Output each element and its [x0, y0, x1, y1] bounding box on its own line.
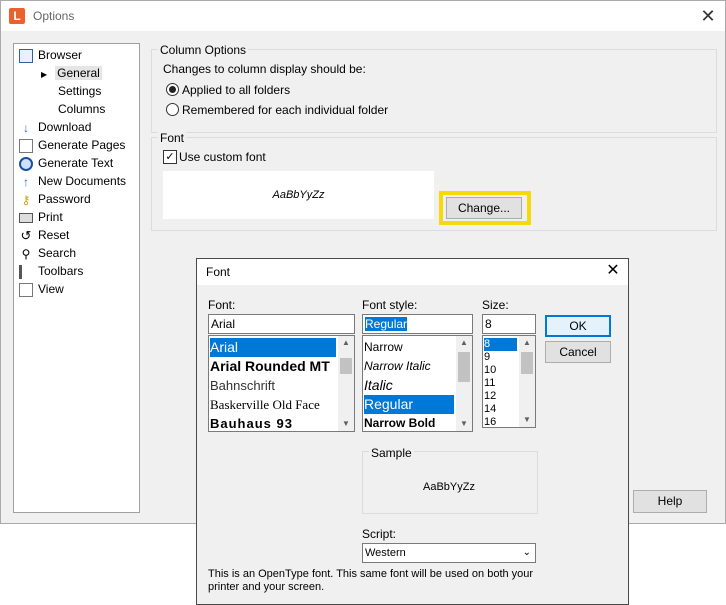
font-list-item[interactable]: Arial Rounded MT	[210, 357, 336, 376]
size-list-item[interactable]: 14	[484, 403, 517, 416]
tree-item-password[interactable]: ⚷ Password	[19, 190, 91, 208]
font-name-input[interactable]: Arial	[208, 314, 355, 334]
tree-item-download[interactable]: ↓ Download	[19, 118, 91, 136]
radio-remembered-each[interactable]	[166, 103, 179, 116]
script-select-value: Western	[365, 547, 406, 559]
checkmark-icon: ✓	[165, 151, 175, 163]
style-list-item[interactable]: Narrow Bold	[364, 414, 454, 431]
font-style-label: Font style:	[362, 298, 418, 312]
new-documents-icon: ↑	[23, 174, 29, 189]
scroll-up-icon[interactable]: ▲	[519, 336, 535, 350]
style-list-item[interactable]: Narrow	[364, 338, 454, 357]
reset-icon: ↺	[20, 227, 32, 243]
font-list-item[interactable]: Bahnschrift	[210, 376, 336, 395]
tree-item-new-documents[interactable]: ↑ New Documents	[19, 172, 126, 190]
font-label: Font:	[208, 298, 236, 312]
download-icon: ↓	[23, 120, 29, 135]
font-dialog-close-icon[interactable]: ✕	[602, 260, 624, 282]
help-button[interactable]: Help	[633, 490, 707, 513]
style-list-scrollbar[interactable]: ▲ ▼	[456, 336, 472, 431]
sample-label: Sample	[369, 446, 414, 460]
column-options-prompt: Changes to column display should be:	[163, 62, 366, 76]
ok-button[interactable]: OK	[545, 315, 611, 337]
scroll-up-icon[interactable]: ▲	[338, 336, 354, 350]
font-style-input-text: Regular	[365, 317, 408, 331]
tree-item-settings[interactable]: Settings	[58, 82, 101, 100]
chevron-right-icon: ▶	[41, 70, 48, 79]
view-icon	[19, 282, 33, 297]
radio-applied-all-label[interactable]: Applied to all folders	[182, 83, 290, 97]
radio-remembered-each-label[interactable]: Remembered for each individual folder	[182, 103, 388, 117]
app-logo-icon: L	[9, 8, 25, 24]
script-label: Script:	[362, 527, 397, 541]
window-title: Options	[33, 9, 75, 23]
font-group-label: Font	[158, 131, 187, 145]
scroll-down-icon[interactable]: ▼	[338, 417, 354, 431]
style-list-item[interactable]: Regular	[364, 395, 454, 414]
style-list-item[interactable]: Italic	[364, 376, 454, 395]
generate-pages-icon	[19, 138, 33, 153]
tree-item-toolbars[interactable]: Toolbars	[19, 262, 83, 280]
font-list-scrollbar[interactable]: ▲ ▼	[338, 336, 354, 431]
column-options-label: Column Options	[158, 43, 249, 57]
scroll-thumb[interactable]	[340, 358, 352, 374]
tree-item-reset[interactable]: ↺ Reset	[19, 226, 70, 244]
printer-icon	[19, 212, 33, 223]
key-icon: ⚷	[21, 192, 31, 207]
radio-applied-all[interactable]	[166, 83, 179, 96]
tree-item-columns[interactable]: Columns	[58, 100, 105, 118]
font-preview-text: AaBbYyZz	[272, 189, 325, 201]
font-list-item[interactable]: Bauhaus 93	[210, 414, 336, 431]
tree-item-view[interactable]: View	[19, 280, 64, 298]
scroll-down-icon[interactable]: ▼	[456, 417, 472, 431]
style-list-item[interactable]: Narrow Italic	[364, 357, 454, 376]
size-list-item[interactable]: 16	[484, 416, 517, 427]
tree-item-search[interactable]: ⚲ Search	[19, 244, 76, 262]
size-list-item[interactable]: 9	[484, 351, 517, 364]
chevron-down-icon: ⌄	[522, 547, 531, 558]
scroll-up-icon[interactable]: ▲	[456, 336, 472, 350]
font-info-text: This is an OpenType font. This same font…	[208, 568, 534, 593]
cancel-button[interactable]: Cancel	[545, 341, 611, 363]
font-dialog: Font ✕ Font: Arial Arial Arial Rounded M…	[196, 258, 629, 605]
size-input[interactable]: 8	[482, 314, 536, 334]
tree-item-browser[interactable]: Browser	[19, 46, 82, 64]
size-list[interactable]: 8 9 10 11 12 14 16 ▲ ▼	[482, 335, 536, 428]
font-list-item[interactable]: Arial	[210, 338, 336, 357]
size-list-item[interactable]: 8	[484, 338, 517, 351]
tree-item-generate-text[interactable]: Generate Text	[19, 154, 113, 172]
font-list-item[interactable]: Baskerville Old Face	[210, 395, 336, 414]
use-custom-font-label[interactable]: Use custom font	[179, 150, 266, 164]
font-dialog-title-bar: Font ✕	[197, 259, 628, 285]
font-list[interactable]: Arial Arial Rounded MT Bahnschrift Baske…	[208, 335, 355, 432]
title-bar: L Options ✕	[1, 1, 725, 31]
font-style-list[interactable]: Narrow Narrow Italic Italic Regular Narr…	[362, 335, 473, 432]
font-preview-box: AaBbYyZz	[163, 171, 434, 219]
close-icon[interactable]: ✕	[695, 5, 721, 27]
scroll-thumb[interactable]	[521, 352, 533, 374]
sample-text: AaBbYyZz	[423, 481, 475, 493]
size-list-item[interactable]: 11	[484, 377, 517, 390]
tree-item-print[interactable]: Print	[19, 208, 63, 226]
options-tree: Browser ▶ General Settings Columns ↓ Downl…	[13, 43, 140, 513]
toolbars-icon	[19, 264, 33, 279]
size-list-scrollbar[interactable]: ▲ ▼	[519, 336, 535, 427]
browser-icon	[19, 48, 33, 63]
use-custom-font-checkbox[interactable]: ✓	[163, 150, 177, 164]
scroll-down-icon[interactable]: ▼	[519, 413, 535, 427]
font-style-input[interactable]: Regular	[362, 314, 473, 334]
search-icon: ⚲	[21, 246, 31, 261]
size-list-item[interactable]: 12	[484, 390, 517, 403]
script-select[interactable]: Western ⌄	[362, 543, 536, 563]
change-font-button[interactable]: Change...	[446, 197, 522, 219]
size-label: Size:	[482, 298, 509, 312]
font-dialog-title: Font	[206, 265, 231, 279]
tree-item-general[interactable]: ▶ General	[41, 64, 102, 82]
tree-item-generate-pages[interactable]: Generate Pages	[19, 136, 125, 154]
scroll-thumb[interactable]	[458, 352, 470, 382]
generate-text-icon	[19, 156, 33, 171]
size-list-item[interactable]: 10	[484, 364, 517, 377]
